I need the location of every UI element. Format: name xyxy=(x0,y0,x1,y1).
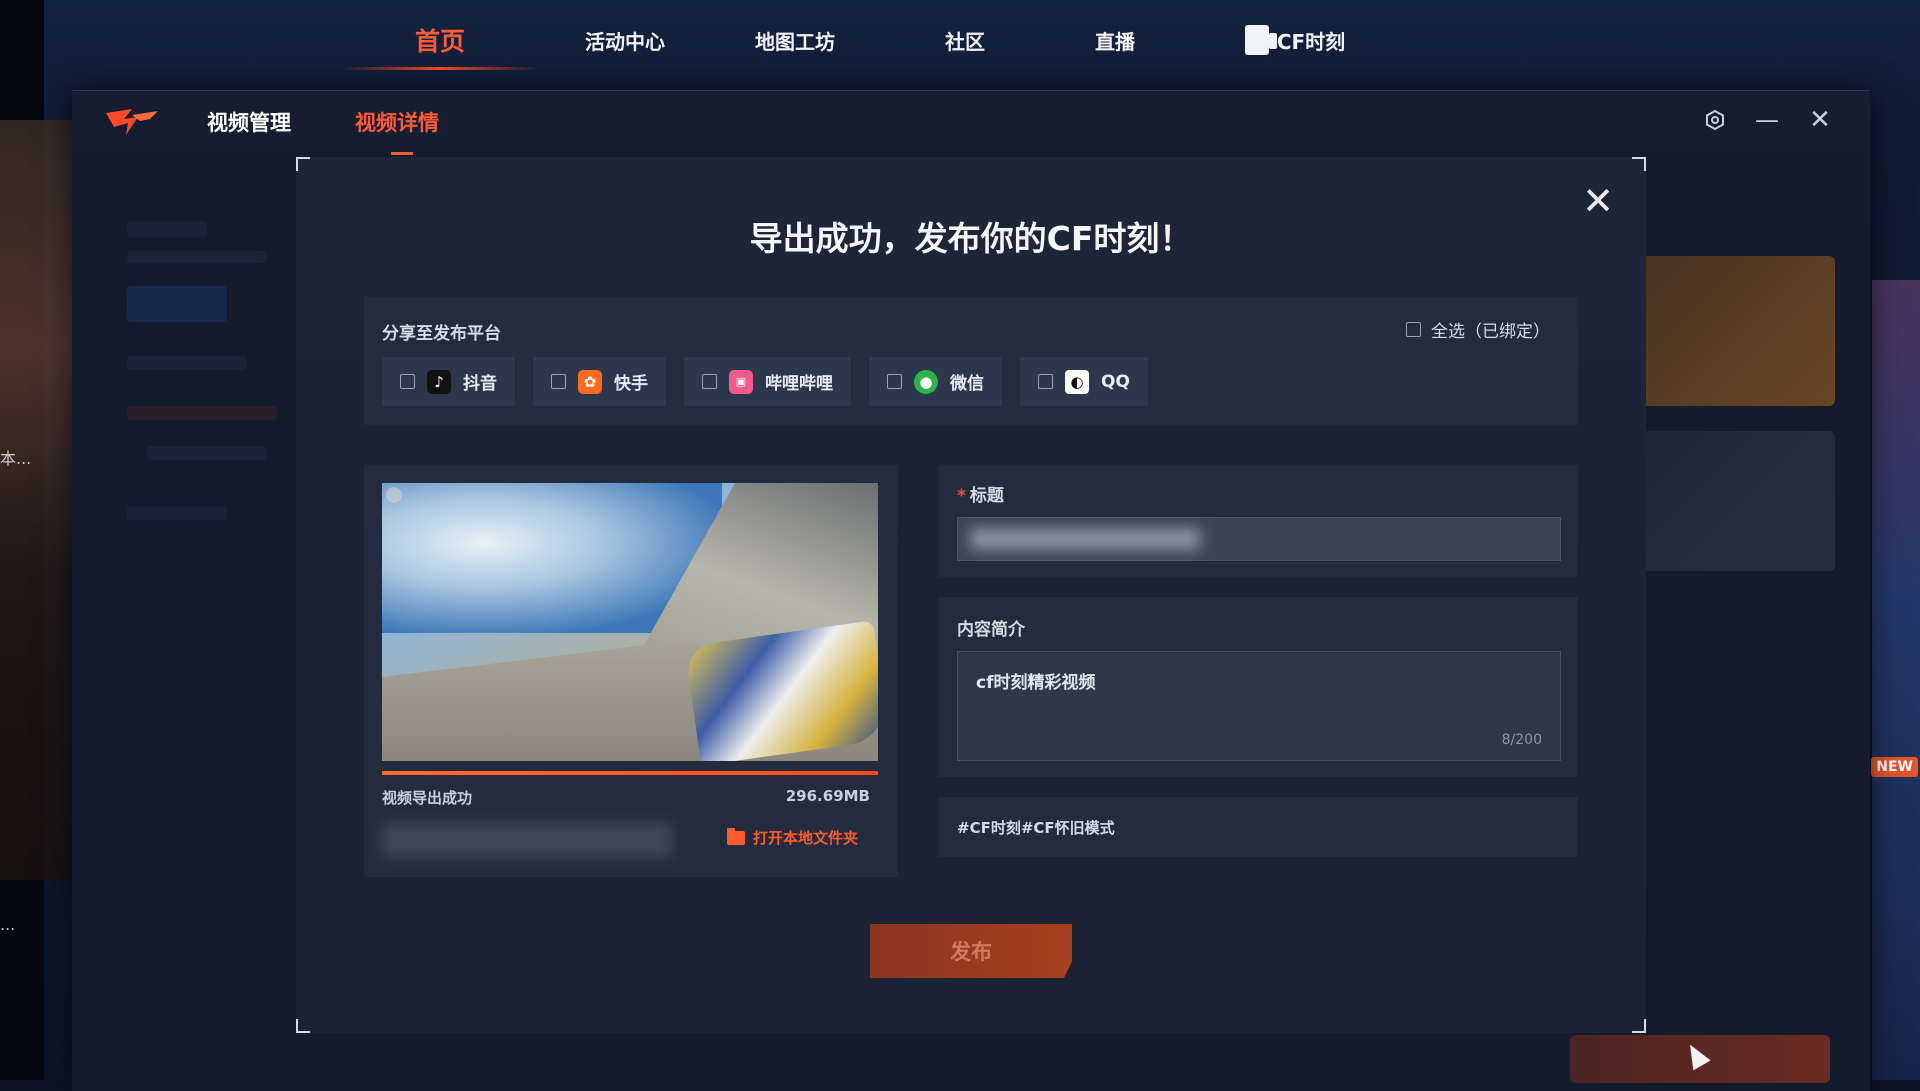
nav-community[interactable]: 社区 xyxy=(880,0,1050,80)
thumbnail-badge-icon xyxy=(386,487,402,503)
description-value: cf时刻精彩视频 xyxy=(976,673,1096,693)
tab-video-detail[interactable]: 视频详情 xyxy=(355,107,439,155)
nav-cf-moment-label: CF时刻 xyxy=(1276,29,1346,54)
qq-icon: ◐ xyxy=(1065,369,1089,394)
platform-label: 微信 xyxy=(950,374,984,394)
title-label-text: 标题 xyxy=(969,486,1004,506)
character-art-right xyxy=(1872,280,1920,1080)
description-label: 内容简介 xyxy=(957,620,1025,640)
platform-douyin[interactable]: ♪ 抖音 xyxy=(382,357,515,406)
platform-wechat[interactable]: ● 微信 xyxy=(869,357,1002,406)
kuaishou-icon: ✿ xyxy=(578,369,602,394)
corner-mark xyxy=(1632,1019,1646,1033)
title-input[interactable] xyxy=(957,517,1561,561)
export-progress-bar xyxy=(382,771,878,775)
dialog-title: 导出成功，发布你的CF时刻！ xyxy=(749,219,1193,258)
cf-logo xyxy=(106,109,158,135)
checkbox-icon xyxy=(1038,374,1053,389)
window-header: 视频管理 视频详情 — ✕ xyxy=(72,91,1870,155)
publish-dialog: ✕ 导出成功，发布你的CF时刻！ 分享至发布平台 全选（已绑定） ♪ 抖音 ✿ … xyxy=(296,157,1646,1033)
description-textarea[interactable]: cf时刻精彩视频 8/200 xyxy=(957,651,1561,761)
douyin-icon: ♪ xyxy=(427,369,451,394)
close-icon[interactable]: ✕ xyxy=(1805,105,1835,135)
tab-video-management[interactable]: 视频管理 xyxy=(207,107,291,137)
tags-text: #CF时刻#CF怀旧模式 xyxy=(957,819,1115,837)
corner-mark xyxy=(296,157,310,171)
video-thumbnail[interactable] xyxy=(382,483,878,761)
select-all-checkbox[interactable]: 全选（已绑定） xyxy=(1406,317,1550,342)
share-label: 分享至发布平台 xyxy=(382,324,501,344)
video-panel: 视频导出成功 296.69MB 打开本地文件夹 xyxy=(364,465,898,877)
platform-bilibili[interactable]: ▣ 哔哩哔哩 xyxy=(684,357,851,406)
select-all-label: 全选（已绑定） xyxy=(1431,322,1550,342)
corner-mark xyxy=(296,1019,310,1033)
open-folder-label: 打开本地文件夹 xyxy=(752,829,858,847)
checkbox-icon xyxy=(1406,322,1421,337)
corner-mark xyxy=(1632,157,1646,171)
tags-panel[interactable]: #CF时刻#CF怀旧模式 xyxy=(939,797,1578,857)
description-panel: 内容简介 cf时刻精彩视频 8/200 xyxy=(939,597,1578,777)
platform-label: QQ xyxy=(1101,371,1130,392)
checkbox-icon xyxy=(702,374,717,389)
export-status: 视频导出成功 xyxy=(382,789,473,807)
nav-home[interactable]: 首页 xyxy=(340,0,540,80)
platform-label: 快手 xyxy=(614,374,648,394)
nav-live[interactable]: 直播 xyxy=(1050,0,1180,80)
settings-icon[interactable] xyxy=(1700,105,1730,135)
nav-map-workshop[interactable]: 地图工坊 xyxy=(710,0,880,80)
platform-label: 哔哩哔哩 xyxy=(765,374,833,394)
nav-activity[interactable]: 活动中心 xyxy=(540,0,710,80)
folder-icon xyxy=(726,827,745,845)
side-label: 本... xyxy=(0,449,32,468)
checkbox-icon xyxy=(887,374,902,389)
new-badge: NEW xyxy=(1871,757,1918,777)
minimize-icon[interactable]: — xyxy=(1752,105,1782,135)
top-nav: 首页 活动中心 地图工坊 社区 直播 CF时刻 xyxy=(340,0,1410,80)
dimmed-sidebar xyxy=(107,191,297,691)
dimmed-card-1 xyxy=(1635,256,1835,406)
title-value-blurred xyxy=(970,528,1200,550)
required-mark: * xyxy=(957,486,966,506)
checkbox-icon xyxy=(400,374,415,389)
checkbox-icon xyxy=(551,374,566,389)
file-size: 296.69MB xyxy=(785,787,870,805)
publish-button[interactable]: 发布 xyxy=(870,924,1072,978)
title-panel: * 标题 xyxy=(939,465,1578,577)
cf-moment-icon xyxy=(1244,25,1277,55)
title-label: * 标题 xyxy=(957,481,1004,506)
wechat-icon: ● xyxy=(914,369,938,394)
export-progress-fill xyxy=(382,771,878,775)
platform-label: 抖音 xyxy=(463,374,497,394)
platform-list: ♪ 抖音 ✿ 快手 ▣ 哔哩哔哩 ● 微信 ◐ QQ xyxy=(382,357,1148,406)
platform-kuaishou[interactable]: ✿ 快手 xyxy=(533,357,666,406)
bilibili-icon: ▣ xyxy=(729,369,753,394)
nav-cf-moment[interactable]: CF时刻 xyxy=(1180,0,1410,80)
share-panel: 分享至发布平台 全选（已绑定） ♪ 抖音 ✿ 快手 ▣ 哔哩哔哩 ● 微信 ◐ … xyxy=(364,297,1578,425)
dimmed-card-2 xyxy=(1635,431,1835,571)
open-folder-link[interactable]: 打开本地文件夹 xyxy=(726,827,858,848)
file-path-blurred xyxy=(382,823,672,857)
character-art-left xyxy=(0,120,75,880)
side-dots: ... xyxy=(0,915,16,934)
char-count: 8/200 xyxy=(1501,732,1542,748)
platform-qq[interactable]: ◐ QQ xyxy=(1020,357,1148,406)
